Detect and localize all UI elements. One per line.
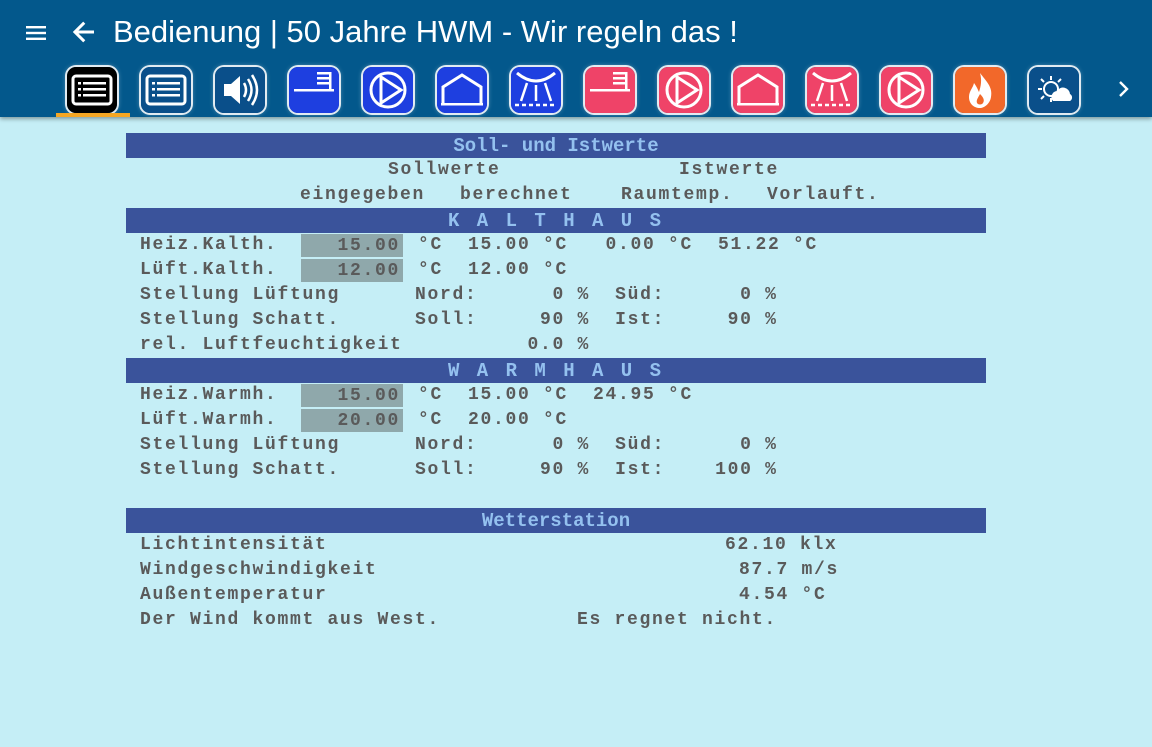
tab-kalthaus-vent[interactable] bbox=[500, 63, 574, 117]
input-lueft-kalth[interactable] bbox=[301, 259, 403, 282]
list-icon bbox=[67, 67, 117, 113]
tab-overview-list[interactable] bbox=[56, 63, 130, 117]
page-title: Bedienung | 50 Jahre HWM - Wir regeln da… bbox=[113, 14, 738, 49]
section-header-soll-ist: Soll- und Istwerte bbox=[126, 133, 986, 158]
speaker-icon bbox=[215, 67, 265, 113]
input-heiz-kalth[interactable] bbox=[301, 234, 403, 257]
values-lueft-warmh: °C 20.00 °C bbox=[418, 410, 569, 430]
column-header-raumtemp: Raumtemp. bbox=[621, 185, 734, 205]
input-heiz-warmh[interactable] bbox=[301, 384, 403, 407]
ventilation-icon bbox=[807, 67, 857, 113]
tab-sound[interactable] bbox=[204, 63, 278, 117]
tab-warmhaus-house[interactable] bbox=[722, 63, 796, 117]
greenhouse-icon bbox=[733, 67, 783, 113]
column-header-berechnet: berechnet bbox=[460, 185, 573, 205]
list-icon bbox=[141, 67, 191, 113]
tab-warmhaus-shading[interactable] bbox=[574, 63, 648, 117]
shade-icon bbox=[585, 67, 635, 113]
section-header-wetterstation: Wetterstation bbox=[126, 508, 986, 533]
tab-warmhaus-vent[interactable] bbox=[796, 63, 870, 117]
menu-icon[interactable] bbox=[22, 19, 50, 47]
tab-kalthaus-shading[interactable] bbox=[278, 63, 352, 117]
tab-warmhaus-valve[interactable] bbox=[648, 63, 722, 117]
tab-bar bbox=[56, 63, 1096, 117]
values-heiz-kalth: °C 15.00 °C 0.00 °C 51.22 °C bbox=[418, 235, 819, 255]
label-lichtintensitaet: Lichtintensität bbox=[140, 535, 328, 555]
label-windgeschwindigkeit: Windgeschwindigkeit bbox=[140, 560, 378, 580]
section-header-kalthaus: K A L T H A U S bbox=[126, 208, 986, 233]
input-lueft-warmh[interactable] bbox=[301, 409, 403, 432]
text-rain-status: Es regnet nicht. bbox=[577, 610, 778, 630]
pump-icon bbox=[881, 67, 931, 113]
row-stellung-lueftung-warmhaus: Stellung Lüftung Nord: 0 % Süd: 0 % bbox=[140, 435, 778, 455]
row-stellung-schatt-warmhaus: Stellung Schatt. Soll: 90 % Ist: 100 % bbox=[140, 460, 778, 480]
label-aussentemperatur: Außentemperatur bbox=[140, 585, 328, 605]
row-stellung-schatt-kalthaus: Stellung Schatt. Soll: 90 % Ist: 90 % bbox=[140, 310, 778, 330]
section-header-warmhaus: W A R M H A U S bbox=[126, 358, 986, 383]
active-tab-indicator bbox=[56, 113, 130, 117]
column-header-eingegeben: eingegeben bbox=[300, 185, 426, 205]
label-heiz-warmh: Heiz.Warmh. bbox=[140, 385, 278, 405]
flame-icon bbox=[955, 67, 1005, 113]
row-stellung-lueftung-kalthaus: Stellung Lüftung Nord: 0 % Süd: 0 % bbox=[140, 285, 778, 305]
value-lichtintensitaet: 62.10 klx bbox=[725, 535, 838, 555]
column-header-istwerte: Istwerte bbox=[679, 160, 780, 180]
row-luftfeuchtigkeit: rel. Luftfeuchtigkeit 0.0 % bbox=[140, 335, 591, 355]
label-lueft-kalth: Lüft.Kalth. bbox=[140, 260, 278, 280]
pump-icon bbox=[659, 67, 709, 113]
value-aussentemperatur: 4.54 °C bbox=[739, 585, 827, 605]
tab-list-2[interactable] bbox=[130, 63, 204, 117]
tab-heating[interactable] bbox=[944, 63, 1018, 117]
pump-icon bbox=[363, 67, 413, 113]
shade-icon bbox=[289, 67, 339, 113]
tab-kalthaus-valve[interactable] bbox=[352, 63, 426, 117]
values-lueft-kalth: °C 12.00 °C bbox=[418, 260, 569, 280]
tab-kalthaus-house[interactable] bbox=[426, 63, 500, 117]
chevron-right-icon[interactable] bbox=[1110, 75, 1138, 103]
ventilation-icon bbox=[511, 67, 561, 113]
app-bar: Bedienung | 50 Jahre HWM - Wir regeln da… bbox=[0, 0, 1152, 117]
column-header-vorlauft: Vorlauft. bbox=[767, 185, 880, 205]
text-wind-direction: Der Wind kommt aus West. bbox=[140, 610, 441, 630]
tab-warmhaus-pump[interactable] bbox=[870, 63, 944, 117]
column-header-sollwerte: Sollwerte bbox=[388, 160, 501, 180]
values-heiz-warmh: °C 15.00 °C 24.95 °C bbox=[418, 385, 694, 405]
tab-weather[interactable] bbox=[1018, 63, 1092, 117]
label-lueft-warmh: Lüft.Warmh. bbox=[140, 410, 278, 430]
value-windgeschwindigkeit: 87.7 m/s bbox=[739, 560, 840, 580]
sun-cloud-icon bbox=[1029, 67, 1079, 113]
back-arrow-icon[interactable] bbox=[68, 16, 100, 48]
label-heiz-kalth: Heiz.Kalth. bbox=[140, 235, 278, 255]
greenhouse-icon bbox=[437, 67, 487, 113]
